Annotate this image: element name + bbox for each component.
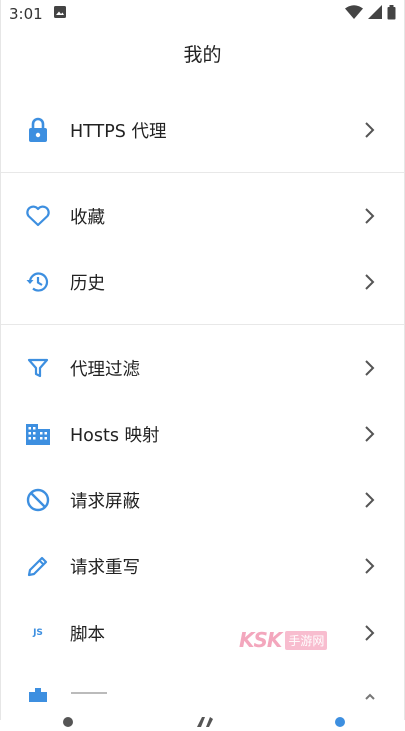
filter-icon: [25, 355, 51, 381]
watermark-tag: 手游网: [285, 630, 328, 650]
partial-label: [71, 692, 107, 694]
building-icon: [25, 421, 51, 447]
nav-tools-icon[interactable]: [195, 712, 213, 727]
block-icon: [25, 487, 51, 513]
chevron-right-icon: [365, 208, 375, 224]
menu-label-request-block: 请求屏蔽: [70, 491, 140, 512]
pencil-icon: [25, 553, 51, 579]
menu-label-https-proxy: HTTPS 代理: [70, 121, 167, 142]
menu-item-hosts-mapping[interactable]: Hosts 映射: [1, 401, 404, 467]
heart-icon: [25, 203, 51, 229]
nav-home-icon[interactable]: [59, 712, 77, 727]
watermark-brand: KSK: [239, 628, 282, 652]
image-notification-icon: [53, 5, 67, 23]
chevron-right-icon: [365, 360, 375, 376]
menu-label-script: 脚本: [70, 624, 105, 645]
divider: [1, 324, 404, 325]
signal-icon: [368, 5, 382, 23]
chevron-right-icon: [365, 625, 375, 641]
menu-item-https-proxy[interactable]: HTTPS 代理: [1, 97, 404, 163]
wifi-icon: [345, 5, 363, 23]
menu-item-request-rewrite[interactable]: 请求重写: [1, 533, 404, 599]
menu-label-hosts-mapping: Hosts 映射: [70, 425, 160, 446]
menu-label-favorites: 收藏: [70, 207, 105, 228]
page-title: 我的: [183, 44, 222, 66]
chevron-right-icon: [365, 558, 375, 574]
watermark-logo: KSK 手游网: [239, 628, 328, 652]
lock-icon: [25, 117, 51, 143]
menu-item-favorites[interactable]: 收藏: [1, 183, 404, 249]
menu-item-request-block[interactable]: 请求屏蔽: [1, 467, 404, 533]
menu-item-history[interactable]: 历史: [1, 249, 404, 315]
history-icon: [25, 269, 51, 295]
menu-label-request-rewrite: 请求重写: [70, 557, 140, 578]
chevron-right-icon: [365, 274, 375, 290]
menu-item-proxy-filter[interactable]: 代理过滤: [1, 335, 404, 401]
js-icon: JS: [33, 628, 43, 638]
menu-label-history: 历史: [70, 273, 105, 294]
status-time: 3:01: [9, 5, 43, 23]
chevron-right-icon: [365, 492, 375, 508]
chevron-right-icon: [365, 122, 375, 138]
divider: [1, 172, 404, 173]
battery-icon: [387, 4, 396, 24]
menu-item-script[interactable]: JS 脚本: [1, 600, 404, 666]
menu-label-proxy-filter: 代理过滤: [70, 359, 140, 380]
status-bar: 3:01: [1, 0, 404, 28]
menu-item-partial[interactable]: [1, 684, 404, 706]
nav-profile-icon[interactable]: [331, 712, 349, 727]
bottom-nav: [1, 702, 404, 727]
chevron-right-icon: [365, 426, 375, 442]
chevron-right-icon: [365, 693, 375, 700]
